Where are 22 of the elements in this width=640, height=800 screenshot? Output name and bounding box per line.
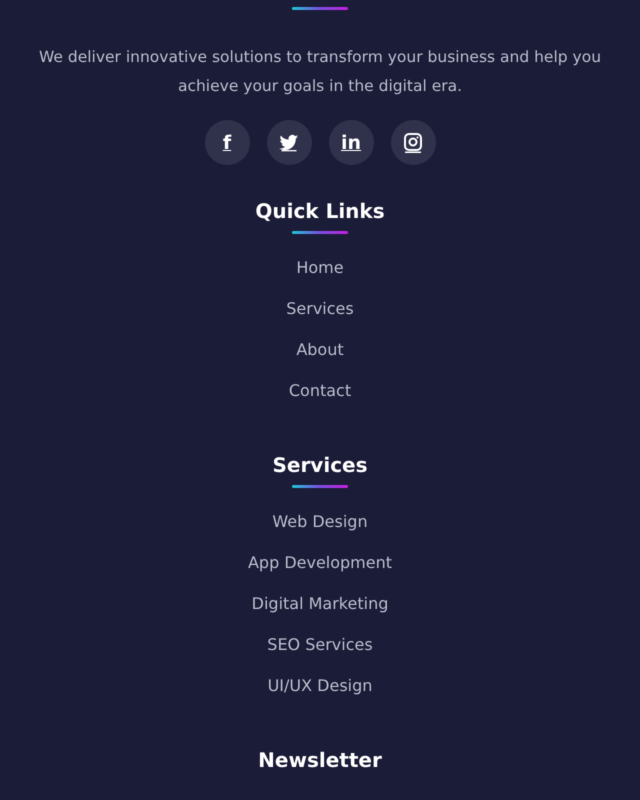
footer-link[interactable]: App Development [248,553,392,573]
social-button[interactable] [390,120,436,165]
social-button[interactable]: in [328,120,374,165]
accent-bar [292,231,348,234]
section-heading: Newsletter [258,748,382,772]
social-button[interactable] [266,120,312,165]
accent-bar [292,7,348,10]
social-button[interactable]: f [204,120,250,165]
footer-link[interactable]: About [296,340,344,360]
section-heading: Quick Links [255,199,385,223]
footer-link[interactable]: Digital Marketing [252,594,388,614]
about-text: We deliver innovative solutions to transform your business and help you achieve your goals in the digital era. [38,47,602,97]
footer-link[interactable]: Home [296,258,344,278]
bird-icon [279,134,299,152]
footer-link[interactable]: Services [286,299,354,319]
footer-link[interactable]: SEO Services [267,635,373,655]
accent-bar [292,485,348,488]
camera-icon [404,132,422,152]
section-heading: Services [272,453,368,477]
footer-link[interactable]: Contact [288,381,352,401]
footer-link[interactable]: UI/UX Design [268,676,372,696]
footer-link[interactable]: Web Design [272,512,368,532]
